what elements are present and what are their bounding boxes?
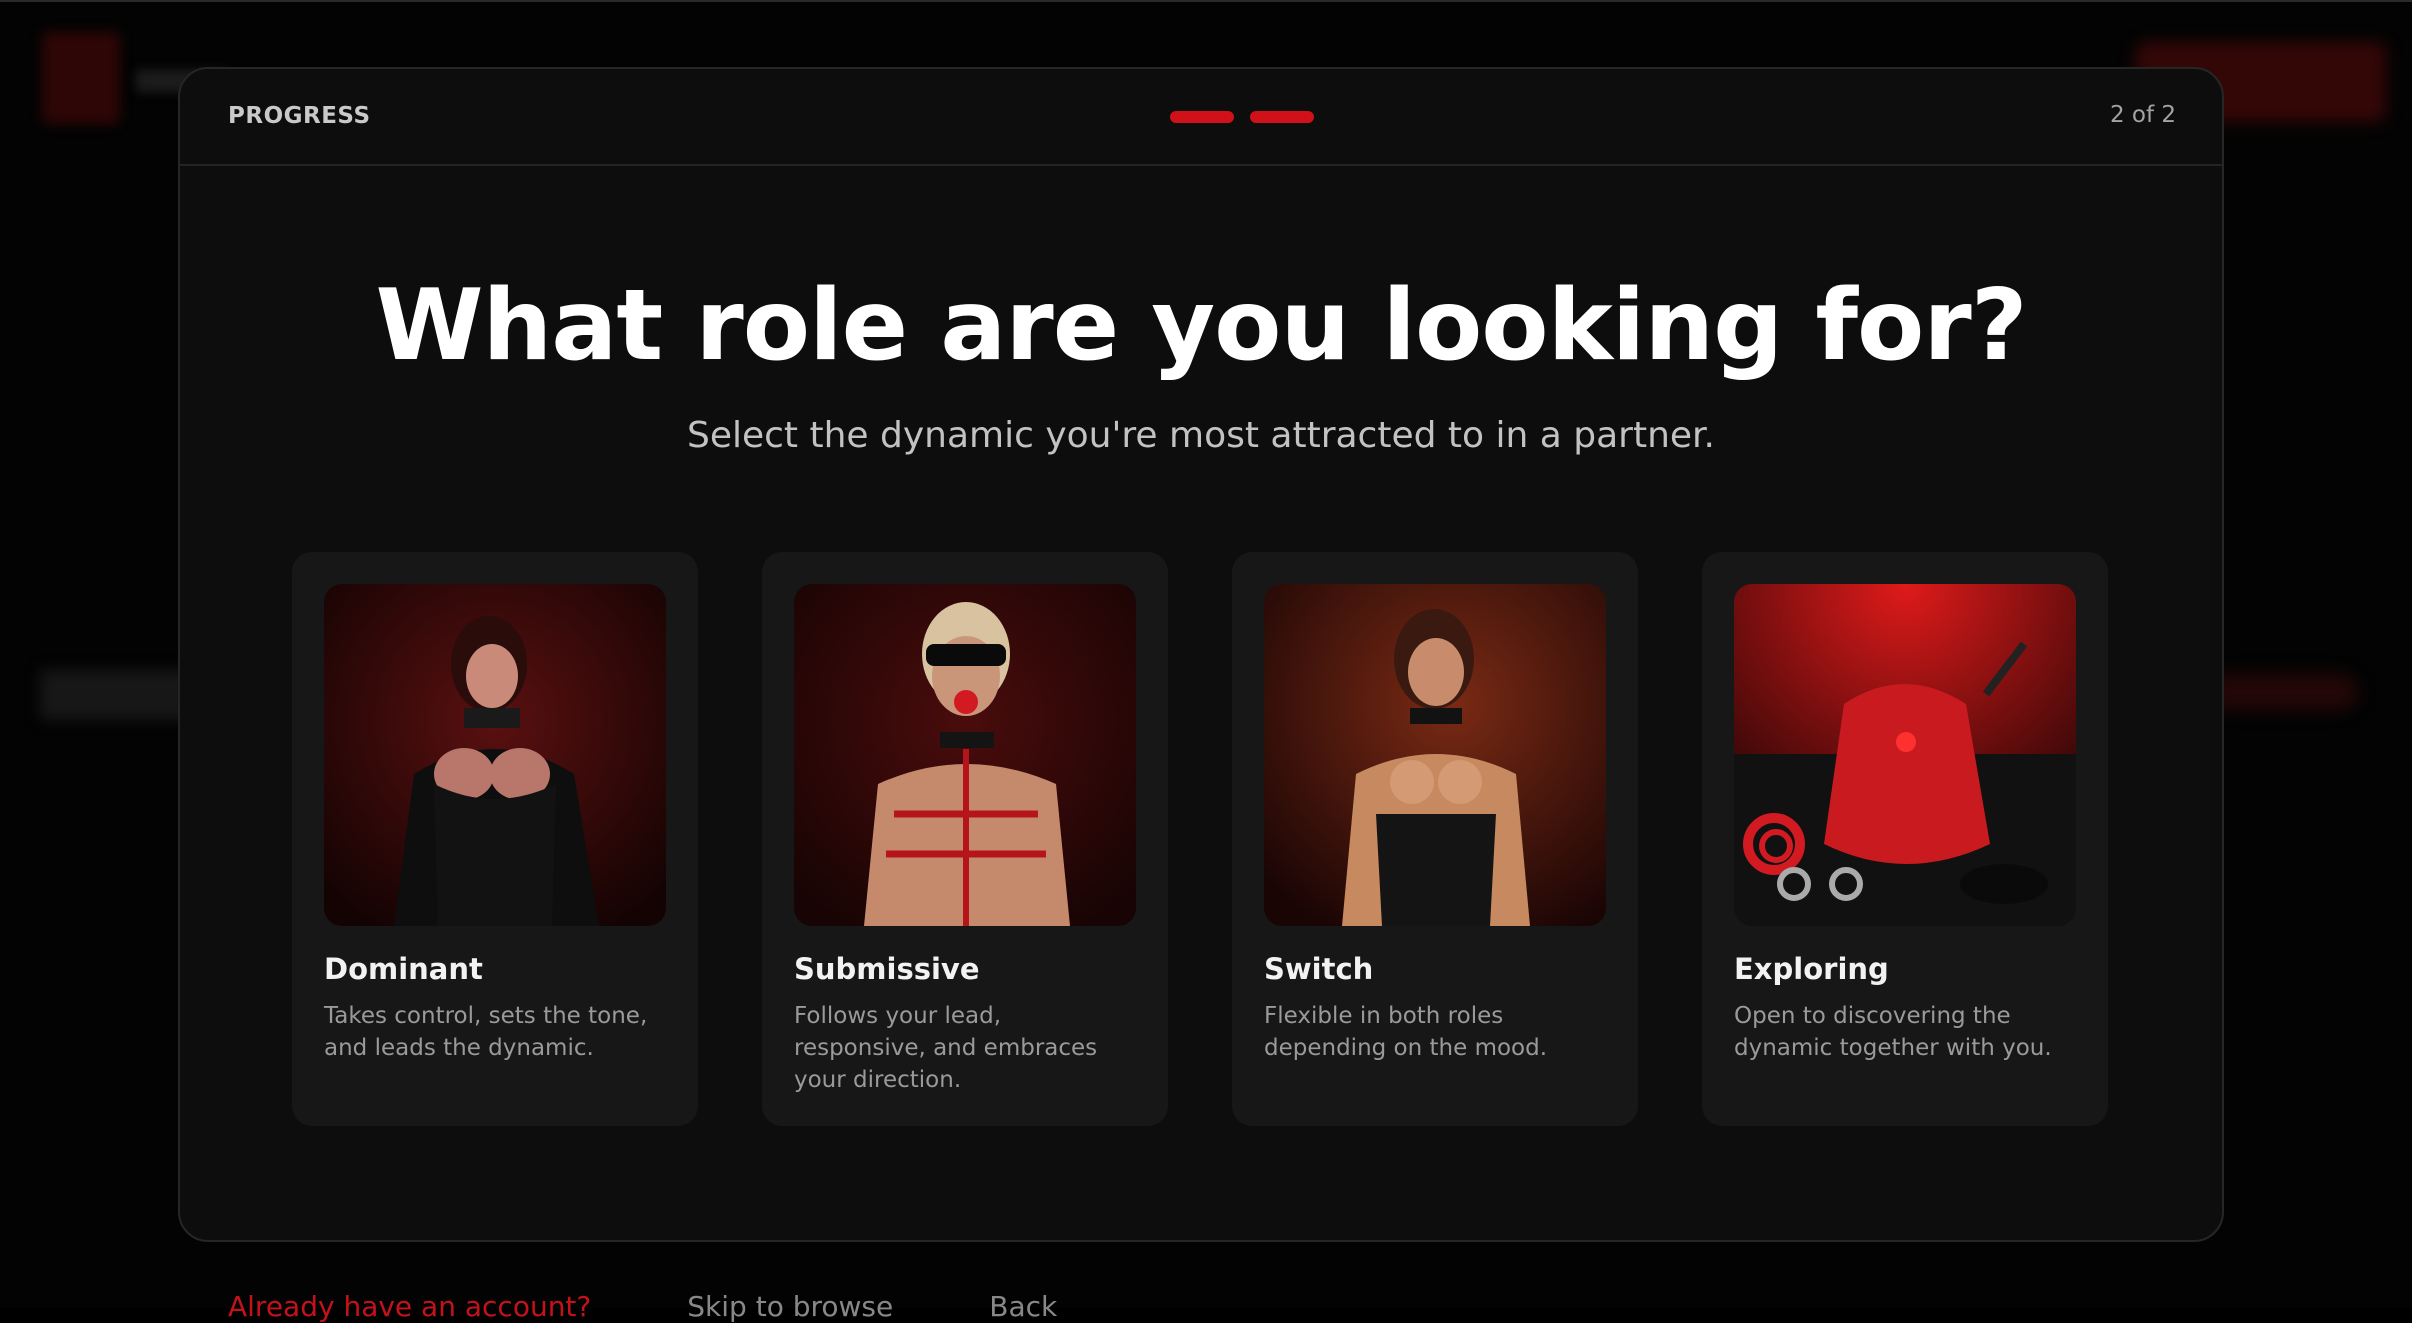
background-heading — [40, 670, 190, 720]
option-card-submissive[interactable]: Submissive Follows your lead, responsive… — [762, 552, 1168, 1126]
background-logo — [42, 32, 120, 124]
option-card-dominant[interactable]: Dominant Takes control, sets the tone, a… — [292, 552, 698, 1126]
option-title: Exploring — [1734, 952, 2076, 986]
question-title: What role are you looking for? — [180, 269, 2222, 383]
background-pill — [2208, 674, 2358, 710]
switch-photo — [1264, 584, 1606, 926]
option-card-switch[interactable]: Switch Flexible in both roles depending … — [1232, 552, 1638, 1126]
progress-indicator — [1170, 111, 1314, 123]
footer-links: Already have an account? Skip to browse … — [228, 1290, 1057, 1323]
progress-label: PROGRESS — [228, 103, 371, 129]
option-card-exploring[interactable]: Exploring Open to discovering the dynami… — [1702, 552, 2108, 1126]
role-options: Dominant Takes control, sets the tone, a… — [292, 552, 2108, 1126]
option-title: Submissive — [794, 952, 1136, 986]
option-description: Open to discovering the dynamic together… — [1734, 1000, 2076, 1064]
progress-step-2 — [1250, 111, 1314, 123]
exploring-photo — [1734, 584, 2076, 926]
option-title: Dominant — [324, 952, 666, 986]
option-description: Flexible in both roles depending on the … — [1264, 1000, 1606, 1064]
back-link[interactable]: Back — [989, 1290, 1057, 1323]
option-title: Switch — [1264, 952, 1606, 986]
option-description: Takes control, sets the tone, and leads … — [324, 1000, 666, 1064]
option-description: Follows your lead, responsive, and embra… — [794, 1000, 1136, 1096]
progress-step-1 — [1170, 111, 1234, 123]
step-counter: 2 of 2 — [2110, 102, 2176, 128]
skip-link[interactable]: Skip to browse — [687, 1290, 893, 1323]
dominant-photo — [324, 584, 666, 926]
modal-header: PROGRESS 2 of 2 — [180, 69, 2222, 166]
login-link[interactable]: Already have an account? — [228, 1290, 591, 1323]
submissive-photo — [794, 584, 1136, 926]
onboarding-modal: PROGRESS 2 of 2 What role are you lookin… — [178, 67, 2224, 1242]
question-subtitle: Select the dynamic you're most attracted… — [180, 415, 2222, 456]
